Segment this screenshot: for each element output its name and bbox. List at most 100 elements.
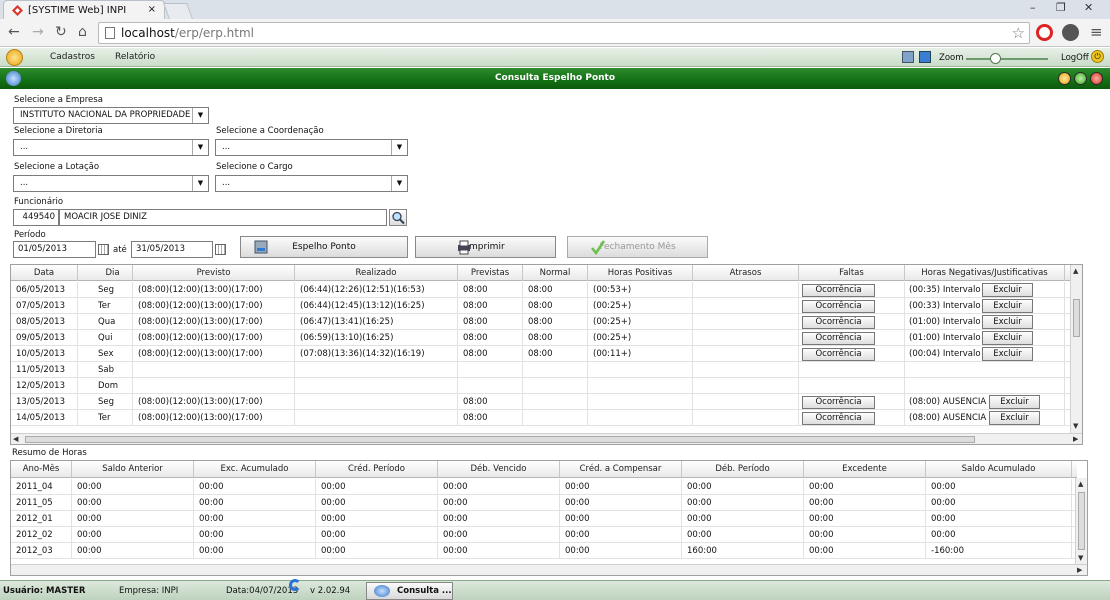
zoom-slider-knob[interactable]	[990, 53, 1001, 64]
col-header[interactable]: Previsto	[133, 265, 295, 281]
table-row[interactable]: 09/05/2013 Qui (08:00)(12:00)(13:00)(17:00…	[11, 330, 1072, 346]
col-header[interactable]: Realizado	[295, 265, 458, 281]
col-header[interactable]: Ano-Mês	[11, 461, 72, 477]
col-header[interactable]: Créd. Período	[316, 461, 438, 477]
scroll-up-icon[interactable]: ▲	[1078, 480, 1083, 488]
ocorrencia-button[interactable]: Ocorrência	[802, 316, 875, 329]
scroll-down-icon[interactable]: ▼	[1078, 554, 1083, 562]
browser-tab[interactable]: [SYSTIME Web] INPI ×	[3, 0, 165, 19]
table-row[interactable]: 12/05/2013 Dom	[11, 378, 1072, 394]
chevron-down-icon[interactable]: ▼	[192, 108, 208, 123]
scroll-down-icon[interactable]: ▼	[1073, 422, 1078, 430]
tools-icon[interactable]	[902, 51, 914, 63]
fechamento-mes-button[interactable]: Fechamento Mês	[567, 236, 708, 258]
scroll-left-icon[interactable]: ◀	[13, 435, 18, 443]
funcionario-nome-field[interactable]: MOACIR JOSE DINIZ	[59, 209, 387, 226]
zoom-slider-track[interactable]	[966, 58, 1048, 60]
imprimir-button[interactable]: Imprimir	[415, 236, 556, 258]
table-row[interactable]: 14/05/2013 Ter (08:00)(12:00)(13:00)(17:00…	[11, 410, 1072, 426]
scroll-right-icon[interactable]: ▶	[1073, 435, 1078, 443]
table-row[interactable]: 07/05/2013 Ter (08:00)(12:00)(13:00)(17:00…	[11, 298, 1072, 314]
calendar-icon[interactable]	[98, 244, 109, 255]
excluir-button[interactable]: Excluir	[982, 283, 1033, 297]
col-header[interactable]: Saldo Anterior	[72, 461, 194, 477]
scroll-thumb[interactable]	[25, 436, 975, 443]
chevron-down-icon[interactable]: ▼	[192, 176, 208, 191]
taskbar-window-button[interactable]: Consulta ...	[366, 582, 453, 600]
scroll-thumb[interactable]	[1073, 299, 1080, 337]
extension-icon[interactable]	[1062, 24, 1079, 41]
app-logo-icon[interactable]	[6, 49, 23, 66]
excluir-button[interactable]: Excluir	[989, 395, 1040, 409]
col-header[interactable]: Faltas	[799, 265, 905, 281]
table-row[interactable]: 06/05/2013 Seg (08:00)(12:00)(13:00)(17:00…	[11, 282, 1072, 298]
col-header[interactable]: Atrasos	[693, 265, 799, 281]
forward-icon[interactable]: →	[32, 24, 44, 40]
maximize-window-icon[interactable]	[1074, 72, 1087, 85]
col-header[interactable]: Déb. Período	[682, 461, 804, 477]
resumo-vscrollbar[interactable]: ▲ ▼	[1075, 478, 1087, 564]
table-row[interactable]: 08/05/2013 Qua (08:00)(12:00)(13:00)(17:00…	[11, 314, 1072, 330]
search-button[interactable]	[389, 209, 407, 226]
col-header[interactable]: Horas Negativas/Justificativas	[905, 265, 1065, 281]
scroll-right-icon[interactable]: ▶	[1077, 566, 1082, 574]
edit-icon[interactable]	[919, 51, 931, 63]
col-header[interactable]: Horas Positivas	[588, 265, 693, 281]
browser-menu-icon[interactable]: ≡	[1090, 23, 1103, 41]
lotacao-select[interactable]: ... ▼	[13, 175, 209, 192]
data-inicio-field[interactable]: 01/05/2013	[13, 241, 96, 258]
diretoria-select[interactable]: ... ▼	[13, 139, 209, 156]
chevron-down-icon[interactable]: ▼	[391, 176, 407, 191]
col-header[interactable]: Saldo Acumulado	[926, 461, 1072, 477]
logoff-label[interactable]: LogOff	[1061, 53, 1089, 63]
menu-cadastros[interactable]: Cadastros	[50, 52, 95, 62]
excluir-button[interactable]: Excluir	[982, 331, 1033, 345]
new-tab-button[interactable]	[163, 3, 193, 19]
ocorrencia-button[interactable]: Ocorrência	[802, 396, 875, 409]
table-row[interactable]: 2012_03 00:00 00:00 00:00 00:00 00:00 160:00 00…	[11, 543, 1077, 559]
excluir-button[interactable]: Excluir	[982, 299, 1033, 313]
scroll-up-icon[interactable]: ▲	[1073, 267, 1078, 275]
window-restore-icon[interactable]: ❐	[1056, 1, 1066, 14]
col-header[interactable]: Déb. Vencido	[438, 461, 560, 477]
cargo-select[interactable]: ... ▼	[215, 175, 408, 192]
col-header[interactable]: Data	[11, 265, 78, 281]
table-row[interactable]: 2012_01 00:00 00:00 00:00 00:00 00:00 00:00 00:…	[11, 511, 1077, 527]
funcionario-id-field[interactable]: 449540	[13, 209, 59, 226]
table-row[interactable]: 13/05/2013 Seg (08:00)(12:00)(13:00)(17:00…	[11, 394, 1072, 410]
table-row[interactable]: 2011_04 00:00 00:00 00:00 00:00 00:00 00:00 00:…	[11, 479, 1077, 495]
power-icon[interactable]: ⏻	[1091, 50, 1104, 63]
col-header[interactable]: Exc. Acumulado	[194, 461, 316, 477]
bookmark-star-icon[interactable]: ☆	[1012, 23, 1025, 43]
col-header[interactable]: Previstas	[458, 265, 523, 281]
table-row[interactable]: 11/05/2013 Sab	[11, 362, 1072, 378]
minimize-window-icon[interactable]	[1058, 72, 1071, 85]
ocorrencia-button[interactable]: Ocorrência	[802, 412, 875, 425]
col-header[interactable]: Normal	[523, 265, 588, 281]
grid-vscrollbar[interactable]: ▲ ▼	[1070, 265, 1082, 433]
block-extension-icon[interactable]	[1036, 24, 1053, 41]
empresa-select[interactable]: INSTITUTO NACIONAL DA PROPRIEDADE ▼	[13, 107, 209, 124]
address-bar[interactable]: localhost/erp/erp.html ☆	[98, 22, 1030, 44]
home-icon[interactable]: ⌂	[78, 24, 87, 40]
table-row[interactable]: 2011_05 00:00 00:00 00:00 00:00 00:00 00:00 00:…	[11, 495, 1077, 511]
ocorrencia-button[interactable]: Ocorrência	[802, 348, 875, 361]
tab-close-icon[interactable]: ×	[148, 4, 156, 15]
espelho-ponto-button[interactable]: Espelho Ponto	[240, 236, 408, 258]
resumo-hscrollbar[interactable]: ▶	[11, 564, 1087, 575]
chevron-down-icon[interactable]: ▼	[391, 140, 407, 155]
calendar-icon[interactable]	[215, 244, 226, 255]
grid-hscrollbar[interactable]: ◀ ▶	[11, 433, 1082, 444]
col-header[interactable]: Excedente	[804, 461, 926, 477]
excluir-button[interactable]: Excluir	[982, 347, 1033, 361]
coordenacao-select[interactable]: ... ▼	[215, 139, 408, 156]
window-minimize-icon[interactable]: –	[1030, 1, 1036, 14]
excluir-button[interactable]: Excluir	[989, 411, 1040, 425]
ocorrencia-button[interactable]: Ocorrência	[802, 284, 875, 297]
window-close-icon[interactable]: ✕	[1084, 1, 1093, 14]
table-row[interactable]: 10/05/2013 Sex (08:00)(12:00)(13:00)(17:00…	[11, 346, 1072, 362]
chevron-down-icon[interactable]: ▼	[192, 140, 208, 155]
scroll-thumb[interactable]	[1078, 492, 1085, 550]
close-window-icon[interactable]	[1090, 72, 1103, 85]
data-fim-field[interactable]: 31/05/2013	[131, 241, 213, 258]
